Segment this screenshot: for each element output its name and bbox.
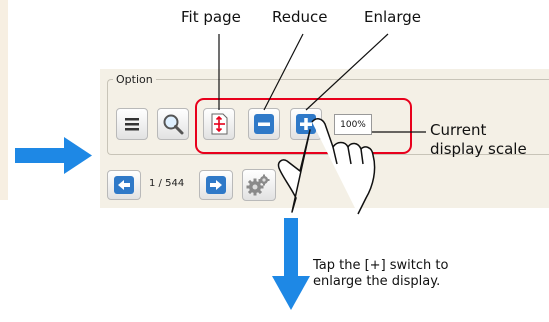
- reduce-leader-line: [263, 33, 304, 111]
- enlarge-leader-line: [305, 33, 389, 111]
- annotation-overlay: [15, 33, 426, 310]
- hand-pointer-icon: [277, 118, 376, 215]
- callout-line-2: display scale: [430, 140, 527, 158]
- callout-line-1: Current: [430, 121, 487, 139]
- current-display-scale-callout: Current display scale: [430, 121, 527, 159]
- arrow-down-indicator-icon: [272, 218, 310, 310]
- instruction-note: Tap the [+] switch to enlarge the displa…: [313, 258, 448, 290]
- arrow-right-indicator-icon: [15, 137, 92, 174]
- note-line-1: Tap the [+] switch to: [313, 258, 449, 273]
- note-line-2: enlarge the display.: [313, 274, 441, 289]
